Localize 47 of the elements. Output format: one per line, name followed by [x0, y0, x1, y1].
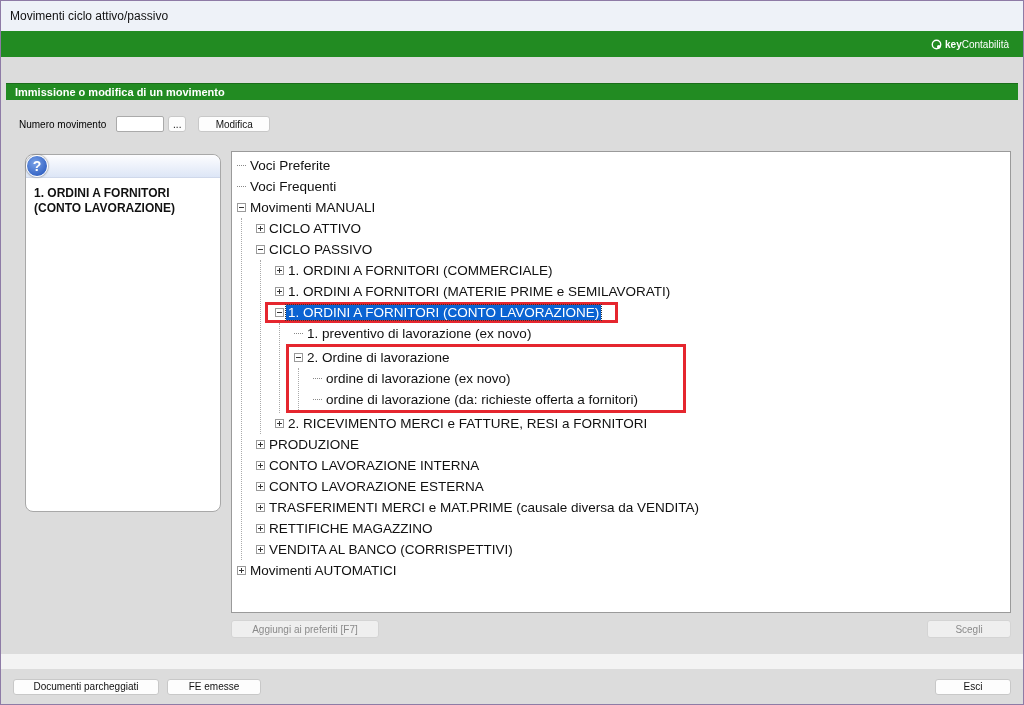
tree-item[interactable]: CICLO PASSIVO — [267, 242, 375, 257]
expand-button[interactable] — [275, 287, 284, 296]
expand-button[interactable] — [256, 545, 265, 554]
tree-item[interactable]: ordine di lavorazione (da: richieste offerta a fornitori) — [324, 392, 640, 407]
field-label: Numero movimento — [19, 118, 107, 130]
collapse-button[interactable] — [256, 245, 265, 254]
tree-item[interactable]: PRODUZIONE — [267, 437, 361, 452]
tree-item[interactable]: RETTIFICHE MAGAZZINO — [267, 521, 435, 536]
expand-button[interactable] — [275, 266, 284, 275]
collapse-button[interactable] — [294, 353, 303, 362]
window-title: Movimenti ciclo attivo/passivo — [10, 9, 169, 23]
tree-item[interactable]: CONTO LAVORAZIONE ESTERNA — [267, 479, 486, 494]
input-field[interactable] — [116, 116, 165, 132]
tree-item[interactable]: 1. ORDINI A FORNITORI (COMMERCIALE) — [286, 263, 555, 278]
collapse-button[interactable] — [275, 308, 284, 317]
section-title: Immissione o modifica di un movimento — [15, 86, 225, 98]
tree-item[interactable]: 2. Ordine di lavorazione — [305, 350, 452, 365]
expand-button[interactable] — [237, 566, 246, 575]
exit-button[interactable]: Esci — [935, 678, 1011, 695]
sent-invoices-button[interactable]: FE emesse — [167, 678, 261, 695]
browse-button[interactable]: ... — [168, 116, 187, 132]
expand-button[interactable] — [256, 482, 265, 491]
tree-item[interactable]: 1. preventivo di lavorazione (ex novo) — [305, 326, 534, 341]
refresh-circle-icon — [931, 38, 943, 50]
tree-item[interactable]: CICLO ATTIVO — [267, 221, 363, 236]
brand-logo: keyContabilità — [945, 38, 1009, 50]
tree-item[interactable]: Movimenti AUTOMATICI — [248, 563, 399, 578]
expand-button[interactable] — [275, 419, 284, 428]
tree-item[interactable]: Voci Frequenti — [248, 179, 339, 194]
modify-button[interactable]: Modifica — [198, 116, 271, 132]
tree-item[interactable]: ordine di lavorazione (ex novo) — [324, 371, 513, 386]
help-text: 1. ORDINI A FORNITORI (CONTO LAVORAZIONE) — [33, 185, 176, 217]
parked-documents-button[interactable]: Documenti parcheggiati — [13, 678, 159, 695]
tree-item[interactable]: 1. ORDINI A FORNITORI (CONTO LAVORAZIONE) — [286, 305, 602, 320]
tree-item[interactable]: 1. ORDINI A FORNITORI (MATERIE PRIME e SEMILAVORATI) — [286, 284, 673, 299]
tree-item[interactable]: Movimenti MANUALI — [248, 200, 378, 215]
expand-button[interactable] — [256, 224, 265, 233]
tree-item[interactable]: CONTO LAVORAZIONE INTERNA — [267, 458, 482, 473]
tree-item[interactable]: VENDITA AL BANCO (CORRISPETTIVI) — [267, 542, 515, 557]
expand-button[interactable] — [256, 524, 265, 533]
tree-item[interactable]: Voci Preferite — [248, 158, 333, 173]
collapse-button[interactable] — [237, 203, 246, 212]
expand-button[interactable] — [256, 503, 265, 512]
tree-item[interactable]: TRASFERIMENTI MERCI e MAT.PRIME (causale diversa da VENDITA) — [267, 500, 702, 515]
tree-item[interactable]: 2. RICEVIMENTO MERCI e FATTURE, RESI a FORNITORI — [286, 416, 650, 431]
expand-button[interactable] — [256, 461, 265, 470]
expand-button[interactable] — [256, 440, 265, 449]
